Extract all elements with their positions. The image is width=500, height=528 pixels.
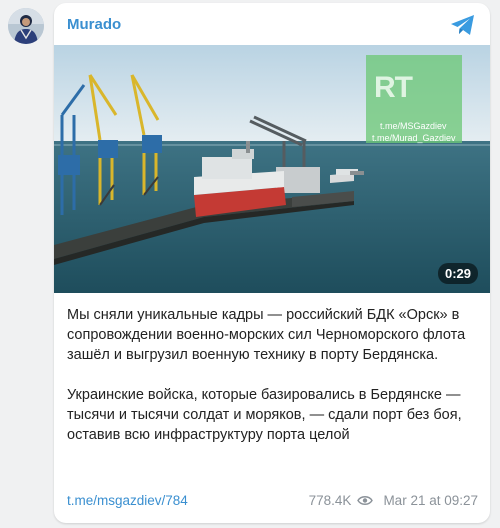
views-count: 778.4K bbox=[308, 493, 352, 508]
watermark-link-2: t.me/Murad_Gazdiev bbox=[372, 133, 456, 143]
eye-icon bbox=[357, 496, 374, 505]
post-link[interactable]: t.me/msgazdiev/784 bbox=[67, 493, 188, 508]
rt-logo: RT bbox=[374, 71, 413, 104]
channel-avatar[interactable] bbox=[8, 8, 44, 44]
message-footer: t.me/msgazdiev/784 778.4K Mar 21 at 09:2… bbox=[67, 493, 478, 511]
message-text: Мы сняли уникальные кадры — российский Б… bbox=[67, 305, 481, 445]
message-card: Murado RT t.me/MSGazdiev t.me/Murad_Gazd… bbox=[54, 3, 490, 523]
video-duration-badge: 0:29 bbox=[437, 263, 478, 284]
telegram-icon[interactable] bbox=[450, 13, 476, 37]
user-avatar-icon bbox=[8, 8, 44, 44]
watermark-link-1: t.me/MSGazdiev bbox=[380, 121, 447, 131]
rt-watermark: RT t.me/MSGazdiev t.me/Murad_Gazdiev bbox=[366, 55, 462, 143]
message-meta: 778.4K Mar 21 at 09:27 bbox=[309, 493, 478, 508]
channel-name[interactable]: Murado bbox=[67, 16, 121, 33]
message-timestamp[interactable]: Mar 21 at 09:27 bbox=[383, 493, 478, 508]
message-paragraph: Украинские войска, которые базировались … bbox=[67, 387, 462, 443]
message-paragraph: Мы сняли уникальные кадры — российский Б… bbox=[67, 307, 466, 363]
message-header: Murado bbox=[54, 3, 490, 45]
video-player[interactable]: RT t.me/MSGazdiev t.me/Murad_Gazdiev 0:2… bbox=[54, 45, 490, 293]
